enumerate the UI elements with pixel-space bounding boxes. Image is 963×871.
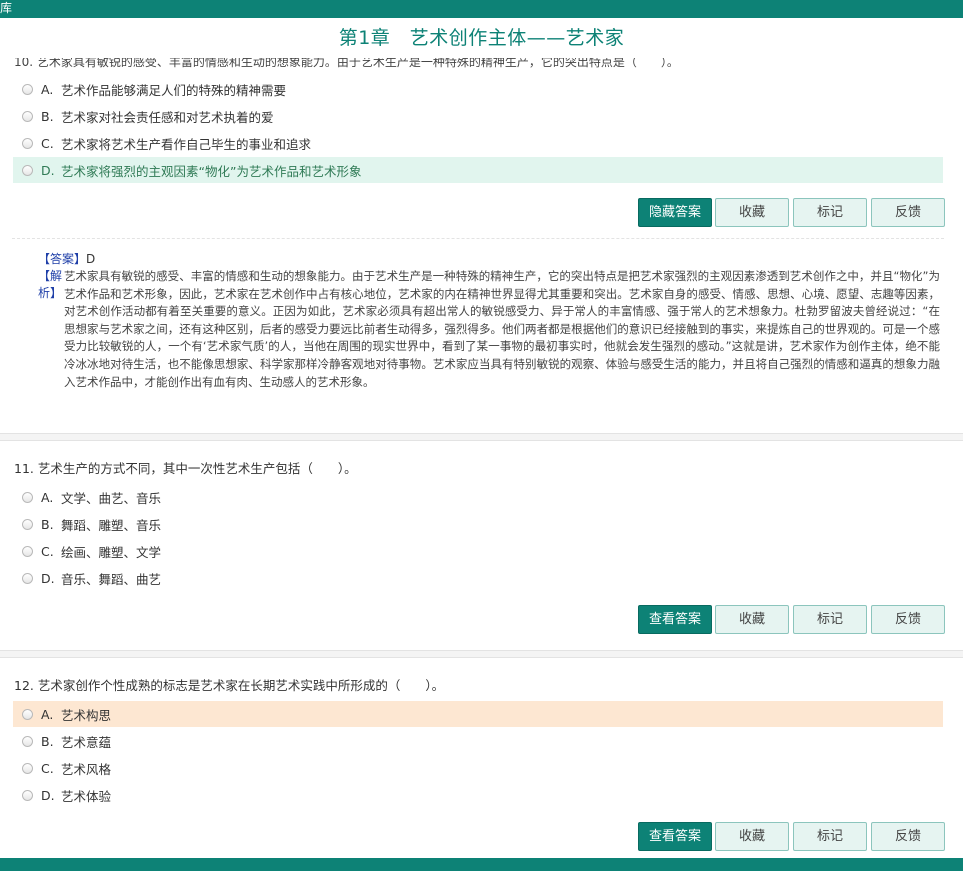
radio-icon[interactable] — [22, 762, 33, 774]
option-text: 艺术构思 — [61, 707, 112, 723]
q12-option-d[interactable]: D. 艺术体验 — [13, 782, 943, 808]
option-letter: B. — [41, 516, 54, 532]
option-text: 艺术家将强烈的主观因素“物化”为艺术作品和艺术形象 — [61, 163, 362, 179]
favorite-button[interactable]: 收藏 — [715, 198, 789, 227]
question-divider — [0, 433, 963, 441]
radio-icon[interactable] — [22, 545, 33, 557]
radio-icon[interactable] — [22, 708, 33, 720]
option-letter: B. — [41, 108, 54, 124]
option-text: 文学、曲艺、音乐 — [61, 490, 162, 506]
explanation-label: 【解析】 — [38, 269, 63, 300]
radio-icon[interactable] — [22, 491, 33, 503]
hide-answer-button[interactable]: 隐藏答案 — [638, 198, 712, 227]
view-answer-button[interactable]: 查看答案 — [638, 605, 712, 634]
explanation-text: 艺术家具有敏锐的感受、丰富的情感和生动的想象能力。由于艺术生产是一种特殊的精神生… — [64, 269, 940, 389]
q10-option-d[interactable]: D. 艺术家将强烈的主观因素“物化”为艺术作品和艺术形象 — [13, 157, 943, 183]
option-letter: C. — [41, 135, 54, 151]
option-letter: C. — [41, 543, 54, 559]
answer-line: 【答案】D — [38, 250, 95, 267]
option-text: 艺术家将艺术生产看作自己毕生的事业和追求 — [61, 136, 312, 152]
q11-option-d[interactable]: D. 音乐、舞蹈、曲艺 — [13, 565, 943, 591]
radio-icon[interactable] — [22, 164, 33, 176]
bottom-bar — [0, 858, 963, 871]
option-letter: C. — [41, 760, 54, 776]
option-text: 艺术风格 — [61, 761, 112, 777]
option-text: 音乐、舞蹈、曲艺 — [61, 571, 162, 587]
option-letter: A. — [41, 81, 54, 97]
option-text: 艺术体验 — [61, 788, 112, 804]
question-11-text: 11. 艺术生产的方式不同，其中一次性艺术生产包括（ ）。 — [14, 461, 357, 476]
q11-option-a[interactable]: A. 文学、曲艺、音乐 — [13, 484, 943, 510]
radio-icon[interactable] — [22, 137, 33, 149]
page-title: 第1章 艺术创作主体——艺术家 — [338, 27, 625, 49]
q12-option-a[interactable]: A. 艺术构思 — [13, 701, 943, 727]
favorite-button[interactable]: 收藏 — [715, 605, 789, 634]
q11-option-b[interactable]: B. 舞蹈、雕塑、音乐 — [13, 511, 943, 537]
feedback-button[interactable]: 反馈 — [871, 605, 945, 634]
question-divider — [0, 650, 963, 658]
radio-icon[interactable] — [22, 789, 33, 801]
mark-button[interactable]: 标记 — [793, 198, 867, 227]
q10-option-c[interactable]: C. 艺术家将艺术生产看作自己毕生的事业和追求 — [13, 130, 943, 156]
radio-icon[interactable] — [22, 572, 33, 584]
top-bar-title: 题库 — [0, 1, 13, 15]
radio-icon[interactable] — [22, 83, 33, 95]
mark-button[interactable]: 标记 — [793, 822, 867, 851]
top-bar: 题库 — [0, 0, 963, 18]
feedback-button[interactable]: 反馈 — [871, 822, 945, 851]
question-12-text: 12. 艺术家创作个性成熟的标志是艺术家在长期艺术实践中所形成的（ ）。 — [14, 678, 445, 693]
q11-option-c[interactable]: C. 绘画、雕塑、文学 — [13, 538, 943, 564]
radio-icon[interactable] — [22, 518, 33, 530]
q10-option-b[interactable]: B. 艺术家对社会责任感和对艺术执着的爱 — [13, 103, 943, 129]
mark-button[interactable]: 标记 — [793, 605, 867, 634]
q12-option-c[interactable]: C. 艺术风格 — [13, 755, 943, 781]
favorite-button[interactable]: 收藏 — [715, 822, 789, 851]
q10-option-a[interactable]: A. 艺术作品能够满足人们的特殊的精神需要 — [13, 76, 943, 102]
answer-value: D — [86, 252, 96, 266]
option-letter: A. — [41, 706, 54, 722]
option-text: 绘画、雕塑、文学 — [61, 544, 162, 560]
option-letter: D. — [41, 787, 55, 803]
option-letter: D. — [41, 570, 55, 586]
option-letter: D. — [41, 162, 55, 178]
option-text: 艺术作品能够满足人们的特殊的精神需要 — [61, 82, 287, 98]
answer-label: 【答案】 — [38, 252, 87, 266]
radio-icon[interactable] — [22, 735, 33, 747]
option-text: 舞蹈、雕塑、音乐 — [61, 517, 162, 533]
answer-separator — [12, 238, 944, 239]
q12-option-b[interactable]: B. 艺术意蕴 — [13, 728, 943, 754]
option-text: 艺术家对社会责任感和对艺术执着的爱 — [61, 109, 274, 125]
radio-icon[interactable] — [22, 110, 33, 122]
option-letter: A. — [41, 489, 54, 505]
feedback-button[interactable]: 反馈 — [871, 198, 945, 227]
option-text: 艺术意蕴 — [61, 734, 112, 750]
option-letter: B. — [41, 733, 54, 749]
view-answer-button[interactable]: 查看答案 — [638, 822, 712, 851]
chapter-header: 第1章 艺术创作主体——艺术家 — [0, 18, 963, 58]
